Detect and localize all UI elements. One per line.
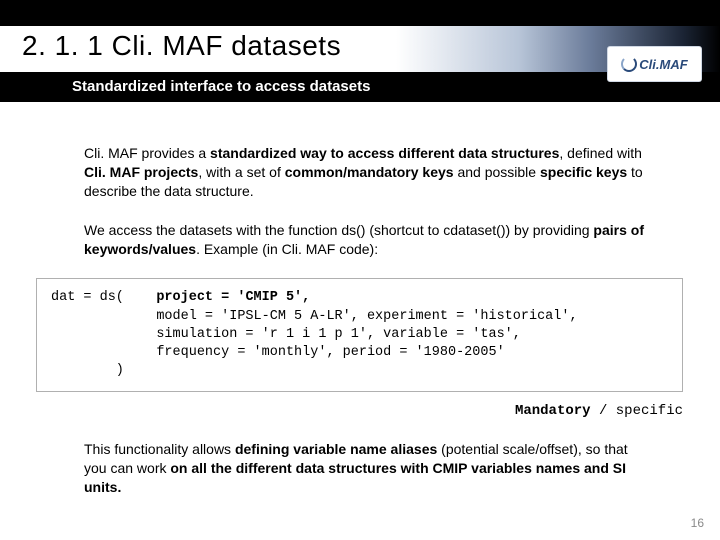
logo-swirl-icon — [621, 56, 637, 72]
text: This functionality allows — [84, 441, 235, 457]
text: , with a set of — [198, 164, 284, 180]
slide-header: 2. 1. 1 Cli. MAF datasets Standardized i… — [0, 0, 720, 102]
code-text: simulation = 'r 1 i 1 p 1', variable = '… — [51, 327, 521, 342]
paragraph-aliases: This functionality allows defining varia… — [84, 440, 648, 497]
bold-text: common/mandatory keys — [285, 164, 454, 180]
bold-text: defining variable name aliases — [235, 441, 437, 457]
slide-body: Cli. MAF provides a standardized way to … — [0, 102, 720, 497]
text: , defined with — [559, 145, 642, 161]
code-text: frequency = 'monthly', period = '1980-20… — [51, 345, 505, 360]
code-text: model = 'IPSL-CM 5 A-LR', experiment = '… — [51, 309, 578, 324]
text: We access the datasets with the function… — [84, 222, 593, 238]
bold-text: specific keys — [540, 164, 627, 180]
paragraph-access: We access the datasets with the function… — [84, 221, 648, 259]
slide-subtitle: Standardized interface to access dataset… — [72, 78, 370, 95]
paragraph-intro: Cli. MAF provides a standardized way to … — [84, 144, 648, 201]
text: . Example (in Cli. MAF code): — [196, 241, 378, 257]
code-text: ) — [51, 363, 124, 378]
code-example: dat = ds( project = 'CMIP 5', model = 'I… — [36, 278, 683, 391]
climaf-logo: Cli.MAF — [607, 46, 702, 82]
text: and possible — [454, 164, 540, 180]
text: Cli. MAF provides a — [84, 145, 210, 161]
legend: Mandatory / specific — [84, 402, 683, 421]
page-number: 16 — [691, 516, 704, 530]
legend-mandatory: Mandatory — [515, 403, 591, 419]
bold-text: Cli. MAF projects — [84, 164, 198, 180]
legend-specific: specific — [616, 403, 683, 419]
code-mandatory: project = 'CMIP 5', — [156, 290, 310, 305]
bold-text: standardized way to access different dat… — [210, 145, 559, 161]
code-text: dat = ds( — [51, 290, 156, 305]
legend-separator: / — [591, 403, 616, 419]
logo-label: Cli.MAF — [639, 57, 687, 72]
slide-title: 2. 1. 1 Cli. MAF datasets — [22, 30, 341, 62]
